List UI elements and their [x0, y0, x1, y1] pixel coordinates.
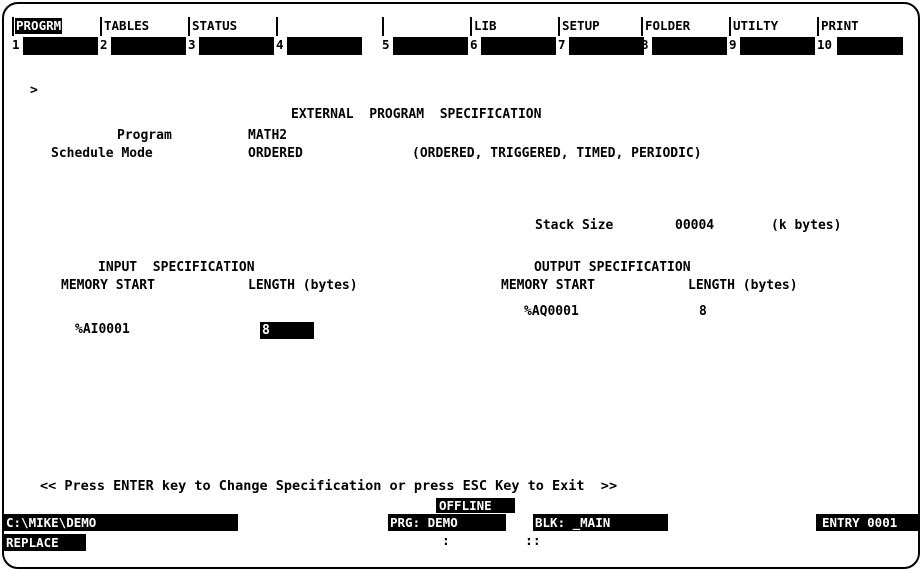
- fkey-separator: [276, 17, 278, 36]
- fkey-number: 5: [382, 37, 390, 52]
- fkey-label: PRINT: [821, 18, 859, 33]
- fkey-number: 10: [817, 37, 833, 52]
- fkey-block: [199, 37, 274, 55]
- edit-mode-indicator: REPLACE: [4, 534, 86, 551]
- input-length-header: LENGTH (bytes): [248, 278, 358, 293]
- input-memory-start-value[interactable]: %AI0001: [75, 322, 130, 338]
- fkey-block: [393, 37, 468, 55]
- fkey-separator: [12, 17, 14, 36]
- fkey-label: TABLES: [104, 18, 150, 33]
- stack-size-label: Stack Size: [535, 218, 614, 233]
- output-memory-start-value[interactable]: %AQ0001: [524, 304, 579, 320]
- fkey-block: [23, 37, 98, 55]
- command-prompt[interactable]: >: [30, 83, 38, 99]
- fkey-number: 3: [188, 37, 196, 52]
- input-length-field[interactable]: 8: [260, 322, 314, 339]
- fkey-label: UTILTY: [733, 18, 779, 33]
- fkey-1-progrm[interactable]: PROGRM 1: [12, 17, 101, 57]
- fkey-block: [837, 37, 903, 55]
- fkey-block: [740, 37, 815, 55]
- program-label: Program: [117, 128, 172, 143]
- program-name-value: MATH2: [248, 128, 288, 143]
- fkey-separator: [188, 17, 190, 36]
- fkey-separator: [641, 17, 643, 36]
- input-spec-heading: INPUT SPECIFICATION: [98, 260, 255, 275]
- fkey-3-status[interactable]: STATUS 3: [188, 17, 277, 57]
- fkey-label: PROGRM: [15, 18, 63, 34]
- program-indicator: PRG: DEMO: [388, 514, 506, 531]
- fkey-4[interactable]: 4: [276, 17, 365, 57]
- schedule-mode-label: Schedule Mode: [51, 146, 153, 161]
- path-display: C:\MIKE\DEMO: [4, 514, 238, 531]
- input-memory-start-header: MEMORY START: [61, 278, 155, 293]
- fkey-label: STATUS: [192, 18, 238, 33]
- fkey-separator: [729, 17, 731, 36]
- fkey-9-utilty[interactable]: UTILTY 9: [729, 17, 818, 57]
- fkey-number: 7: [558, 37, 566, 52]
- fkey-number: 1: [12, 37, 20, 52]
- fkey-number: 6: [470, 37, 478, 52]
- block-indicator: BLK: _MAIN: [533, 514, 668, 531]
- fkey-5[interactable]: 5: [382, 17, 471, 57]
- fkey-7-setup[interactable]: SETUP 7: [558, 17, 647, 57]
- fkey-8-folder[interactable]: FOLDER 8: [641, 17, 730, 57]
- schedule-mode-options: (ORDERED, TRIGGERED, TIMED, PERIODIC): [412, 146, 702, 161]
- fkey-block: [111, 37, 186, 55]
- offline-status: OFFLINE: [436, 498, 515, 513]
- fkey-block: [481, 37, 556, 55]
- fkey-6-lib[interactable]: LIB 6: [470, 17, 559, 57]
- fkey-label: FOLDER: [645, 18, 691, 33]
- fkey-separator: [382, 17, 384, 36]
- fkey-number: 8: [641, 37, 649, 52]
- page-title: EXTERNAL PROGRAM SPECIFICATION: [291, 107, 542, 122]
- fkey-label: LIB: [474, 18, 497, 33]
- fkey-block: [569, 37, 644, 55]
- fkey-label: SETUP: [562, 18, 600, 33]
- fkey-separator: [558, 17, 560, 36]
- output-length-value[interactable]: 8: [699, 304, 707, 320]
- fkey-separator: [817, 17, 819, 36]
- status-separator: :: [442, 534, 450, 549]
- schedule-mode-value[interactable]: ORDERED: [248, 146, 303, 162]
- output-length-header: LENGTH (bytes): [688, 278, 798, 293]
- fkey-number: 9: [729, 37, 737, 52]
- fkey-number: 2: [100, 37, 108, 52]
- fkey-separator: [470, 17, 472, 36]
- entry-counter: ENTRY 0001: [816, 514, 918, 531]
- fkey-2-tables[interactable]: TABLES 2: [100, 17, 189, 57]
- fkey-10-print[interactable]: PRINT 10: [817, 17, 906, 57]
- status-separator: ::: [525, 534, 541, 549]
- fkey-number: 4: [276, 37, 284, 52]
- output-memory-start-header: MEMORY START: [501, 278, 595, 293]
- stack-size-unit: (k bytes): [771, 218, 842, 233]
- output-spec-heading: OUTPUT SPECIFICATION: [534, 260, 691, 275]
- instruction-text: << Press ENTER key to Change Specificati…: [40, 478, 618, 494]
- stack-size-value[interactable]: 00004: [675, 218, 714, 234]
- terminal-screen: PROGRM 1 TABLES 2 STATUS 3 4 5 LIB 6 SET…: [2, 2, 920, 569]
- fkey-separator: [100, 17, 102, 36]
- fkey-block: [652, 37, 727, 55]
- fkey-block: [287, 37, 362, 55]
